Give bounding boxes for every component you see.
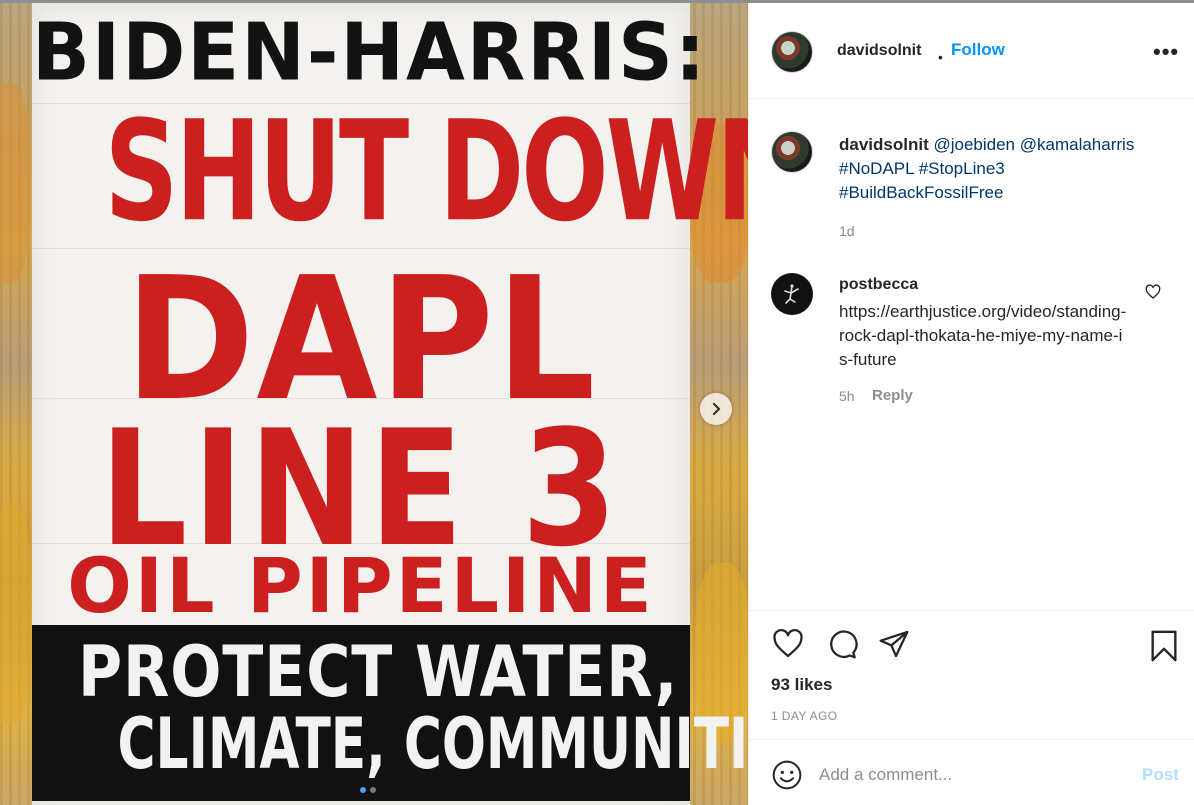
composer-divider — [749, 739, 1194, 740]
save-button[interactable] — [1147, 628, 1181, 669]
share-button[interactable] — [877, 628, 911, 665]
protest-banner: BIDEN-HARRIS: SHUT DOWN DAPL LINE 3 OIL … — [32, 3, 748, 805]
mention-joebiden[interactable]: @joebiden — [933, 135, 1015, 154]
post-caption: davidsolnit @joebiden @kamalaharris #NoD… — [839, 133, 1169, 205]
author-avatar[interactable] — [771, 31, 813, 73]
heart-outline-icon — [1145, 284, 1161, 299]
like-comment-button[interactable] — [1145, 284, 1161, 305]
banner-line-7: CLIMATE, COMMUNITIES — [117, 703, 748, 785]
wall-paint-patch — [0, 503, 32, 723]
comment-input[interactable] — [819, 760, 1119, 790]
heart-icon — [773, 629, 803, 658]
paper-plane-icon — [879, 630, 909, 658]
post-side-panel: davidsolnit • Follow ••• davidsolnit @jo… — [748, 3, 1194, 805]
post-image: BIDEN-HARRIS: SHUT DOWN DAPL LINE 3 OIL … — [0, 3, 748, 805]
post-header: davidsolnit • Follow ••• — [749, 3, 1194, 99]
follow-button[interactable]: Follow — [951, 40, 1005, 60]
like-button[interactable] — [771, 628, 805, 665]
wall-paint-patch — [0, 83, 30, 283]
post-date[interactable]: 1 DAY AGO — [771, 709, 838, 723]
banner-line-6: PROTECT WATER, — [78, 631, 679, 713]
caption-username[interactable]: davidsolnit — [839, 135, 929, 154]
hashtag-nodapl[interactable]: #NoDAPL — [839, 159, 914, 178]
author-username[interactable]: davidsolnit — [837, 42, 921, 60]
post-comment-button[interactable]: Post — [1142, 765, 1179, 785]
header-separator: • — [938, 49, 943, 65]
comment-bubble-icon — [830, 630, 858, 659]
caption-author-avatar[interactable] — [771, 131, 813, 173]
mention-kamalaharris[interactable]: @kamalaharris — [1020, 135, 1135, 154]
more-options-icon[interactable]: ••• — [1153, 39, 1179, 65]
actions-divider — [749, 610, 1194, 611]
hashtag-stopline3[interactable]: #StopLine3 — [919, 159, 1005, 178]
hashtag-buildbackfossilfree[interactable]: #BuildBackFossilFree — [839, 183, 1003, 202]
comment-text[interactable]: https://earthjustice.org/video/standing-… — [839, 300, 1129, 372]
smiley-icon — [772, 760, 802, 790]
likes-count[interactable]: 93 likes — [771, 675, 832, 695]
carousel-dot — [370, 787, 376, 793]
carousel-indicator — [360, 787, 376, 793]
reply-button[interactable]: Reply — [872, 387, 913, 404]
carousel-dot-active — [360, 787, 366, 793]
banner-line-5: OIL PIPELINE — [67, 541, 655, 630]
comment-timestamp: 5h — [839, 388, 855, 404]
carousel-next-button[interactable] — [700, 393, 732, 425]
bookmark-icon — [1151, 630, 1177, 662]
commenter-username[interactable]: postbecca — [839, 276, 918, 294]
emoji-button[interactable] — [771, 759, 803, 796]
comment-button[interactable] — [825, 628, 859, 665]
banner-line-1: BIDEN-HARRIS: — [32, 4, 708, 99]
caption-timestamp[interactable]: 1d — [839, 223, 855, 239]
banner-line-2: SHUT DOWN — [104, 91, 748, 253]
commenter-avatar[interactable] — [771, 273, 813, 315]
dancer-figure-icon — [784, 284, 799, 304]
chevron-right-icon — [712, 402, 721, 416]
